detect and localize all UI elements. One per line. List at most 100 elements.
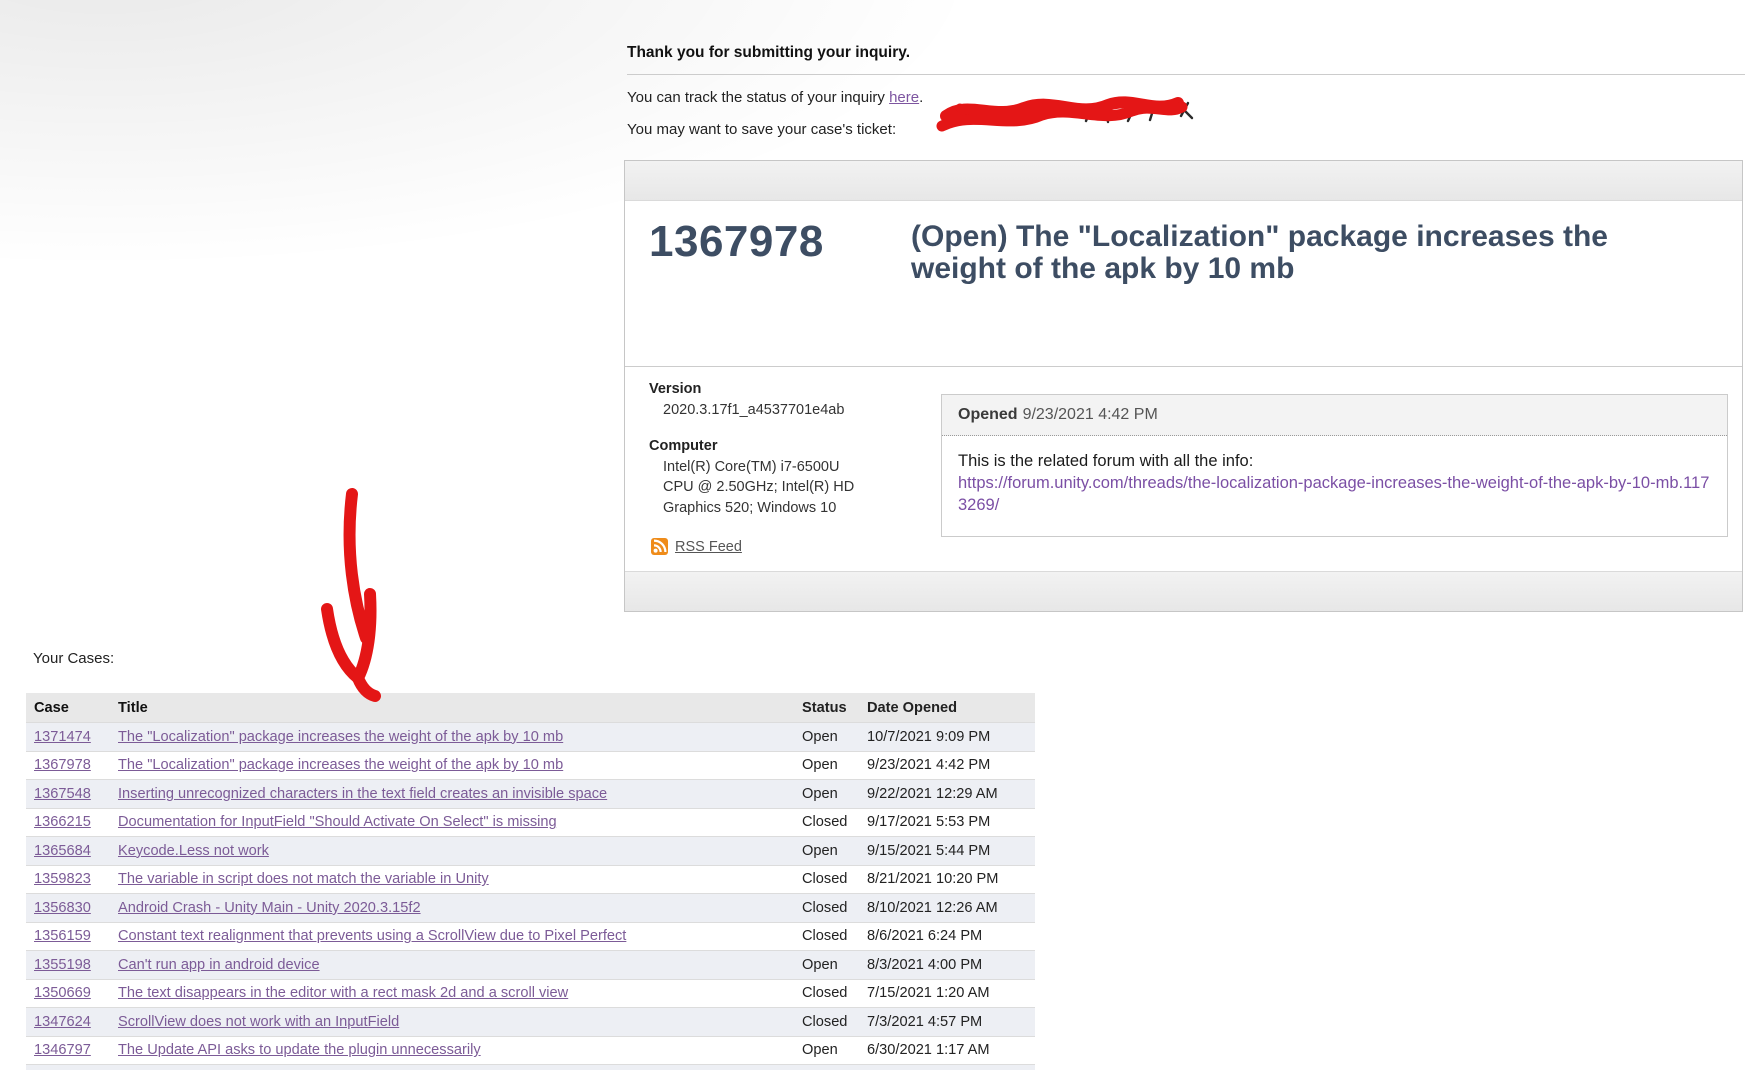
case-status: Closed (802, 985, 848, 1002)
cases-table-header: Case Title Status Date Opened (26, 693, 1035, 722)
case-title-link[interactable]: Can't run app in android device (118, 957, 320, 973)
case-number-link[interactable]: 1371474 (34, 729, 91, 745)
case-title-row: 1367978 (Open) The "Localization" packag… (625, 201, 1742, 366)
confirmation-block: Thank you for submitting your inquiry. Y… (627, 40, 1745, 139)
case-title-link[interactable]: Constant text realignment that prevents … (118, 928, 626, 944)
forum-thread-link[interactable]: https://forum.unity.com/threads/the-loca… (958, 474, 1709, 514)
case-number: 1367978 (649, 217, 824, 266)
case-title-link[interactable]: ScrollView does not work with an InputFi… (118, 1014, 399, 1030)
case-date-opened: 8/6/2021 6:24 PM (867, 928, 983, 945)
ticket-line-text: You may want to save your case's ticket: (627, 121, 897, 138)
table-row: 1346797 The Update API asks to update th… (26, 1035, 1035, 1064)
case-title-link[interactable]: Documentation for InputField "Should Act… (118, 814, 557, 830)
cases-table: Case Title Status Date Opened 1371474 Th… (26, 693, 1035, 1070)
panel-footer-bar (625, 571, 1742, 611)
case-status: Open (802, 757, 838, 774)
confirmation-heading: Thank you for submitting your inquiry. (627, 44, 911, 61)
table-row: 1367548 Inserting unrecognized character… (26, 779, 1035, 808)
case-number-link[interactable]: 1346797 (34, 1042, 91, 1058)
case-title-link[interactable]: Android Crash - Unity Main - Unity 2020.… (118, 900, 421, 916)
case-meta-column: Version 2020.3.17f1_a4537701e4ab Compute… (649, 381, 901, 571)
column-header-status: Status (802, 699, 847, 716)
your-cases-label: Your Cases: (33, 650, 115, 667)
table-row: 1367978 The "Localization" package incre… (26, 750, 1035, 779)
case-status: Closed (802, 871, 848, 888)
case-date-opened: 7/3/2021 4:57 PM (867, 1013, 983, 1030)
case-status: Closed (802, 899, 848, 916)
case-number-link[interactable]: 1355198 (34, 957, 91, 973)
case-number-link[interactable]: 1350669 (34, 985, 91, 1001)
case-number-link[interactable]: 1359823 (34, 871, 91, 887)
opened-comment-box: Opened 9/23/2021 4:42 PM This is the rela… (941, 394, 1728, 538)
case-number-link[interactable]: 1365684 (34, 843, 91, 859)
case-number-link[interactable]: 1356830 (34, 900, 91, 916)
comment-text: This is the related forum with all the i… (958, 452, 1254, 470)
case-date-opened: 9/17/2021 5:53 PM (867, 814, 991, 831)
ticket-line: You may want to save your case's ticket: (627, 120, 1745, 139)
case-status: Closed (802, 1013, 848, 1030)
case-date-opened: 9/22/2021 12:29 AM (867, 785, 998, 802)
case-date-opened: 10/7/2021 9:09 PM (867, 728, 991, 745)
case-status: Open (802, 728, 838, 745)
case-details-section: Version 2020.3.17f1_a4537701e4ab Compute… (625, 366, 1742, 571)
opened-header: Opened 9/23/2021 4:42 PM (942, 395, 1727, 436)
case-title-link[interactable]: The "Localization" package increases the… (118, 729, 563, 745)
table-row: 1355198 Can't run app in android device … (26, 950, 1035, 979)
track-status-period: . (919, 89, 924, 106)
case-status: Open (802, 1042, 838, 1059)
opened-label: Opened (958, 406, 1018, 423)
table-row: 1356830 Android Crash - Unity Main - Uni… (26, 893, 1035, 922)
case-title-link[interactable]: The variable in script does not match th… (118, 871, 489, 887)
case-title-link[interactable]: The text disappears in the editor with a… (118, 985, 568, 1001)
case-date-opened: 8/21/2021 10:20 PM (867, 871, 999, 888)
opened-datetime: 9/23/2021 4:42 PM (1022, 406, 1158, 423)
case-number-link[interactable]: 1356159 (34, 928, 91, 944)
case-title-link[interactable]: The "Localization" package increases the… (118, 757, 563, 773)
comment-body: This is the related forum with all the i… (942, 436, 1727, 536)
track-status-text: You can track the status of your inquiry (627, 89, 890, 106)
table-row: 1350669 The text disappears in the edito… (26, 978, 1035, 1007)
column-header-date-opened: Date Opened (867, 699, 958, 716)
rss-feed-row: RSS Feed (651, 538, 901, 556)
track-status-line: You can track the status of your inquiry… (627, 88, 1745, 107)
case-title-link[interactable]: Inserting unrecognized characters in the… (118, 786, 607, 802)
case-number-link[interactable]: 1366215 (34, 814, 91, 830)
case-status: Closed (802, 814, 848, 831)
case-title: (Open) The "Localization" package increa… (911, 220, 1608, 286)
case-status: Open (802, 956, 838, 973)
case-date-opened: 7/15/2021 1:20 AM (867, 985, 990, 1002)
annotation-arrow (321, 488, 381, 702)
case-number-link[interactable]: 1367978 (34, 757, 91, 773)
computer-value: Intel(R) Core(TM) i7-6500U CPU @ 2.50GHz… (663, 458, 855, 516)
case-date-opened: 8/10/2021 12:26 AM (867, 899, 998, 916)
case-date-opened: 9/15/2021 5:44 PM (867, 842, 991, 859)
case-status: Open (802, 842, 838, 859)
rss-icon (651, 538, 668, 556)
panel-header-bar (625, 161, 1742, 201)
table-row: 1366215 Documentation for InputField "Sh… (26, 807, 1035, 836)
case-number-link[interactable]: 1367548 (34, 786, 91, 802)
case-status: Open (802, 785, 838, 802)
table-row: 1347624 ScrollView does not work with an… (26, 1007, 1035, 1036)
cases-table-body: 1371474 The "Localization" package incre… (26, 722, 1035, 1064)
table-row: 1371474 The "Localization" package incre… (26, 722, 1035, 751)
version-label: Version (649, 381, 702, 397)
computer-label: Computer (649, 437, 718, 454)
divider (627, 74, 1745, 75)
table-row: 1359823 The variable in script does not … (26, 864, 1035, 893)
column-header-title: Title (118, 699, 148, 716)
table-row: 1365684 Keycode.Less not work Open 9/15/… (26, 836, 1035, 865)
case-status: Closed (802, 928, 848, 945)
table-row: 1356159 Constant text realignment that p… (26, 921, 1035, 950)
version-value: 2020.3.17f1_a4537701e4ab (663, 402, 845, 418)
case-date-opened: 9/23/2021 4:42 PM (867, 757, 991, 774)
case-number-link[interactable]: 1347624 (34, 1014, 91, 1030)
case-title-link[interactable]: Keycode.Less not work (118, 843, 269, 859)
track-here-link[interactable]: here (889, 89, 919, 106)
case-title-link[interactable]: The Update API asks to update the plugin… (118, 1042, 481, 1058)
case-date-opened: 6/30/2021 1:17 AM (867, 1042, 990, 1059)
case-date-opened: 8/3/2021 4:00 PM (867, 956, 983, 973)
case-detail-panel: 1367978 (Open) The "Localization" packag… (624, 160, 1743, 612)
rss-feed-link[interactable]: RSS Feed (675, 539, 742, 555)
column-header-case: Case (34, 699, 69, 716)
